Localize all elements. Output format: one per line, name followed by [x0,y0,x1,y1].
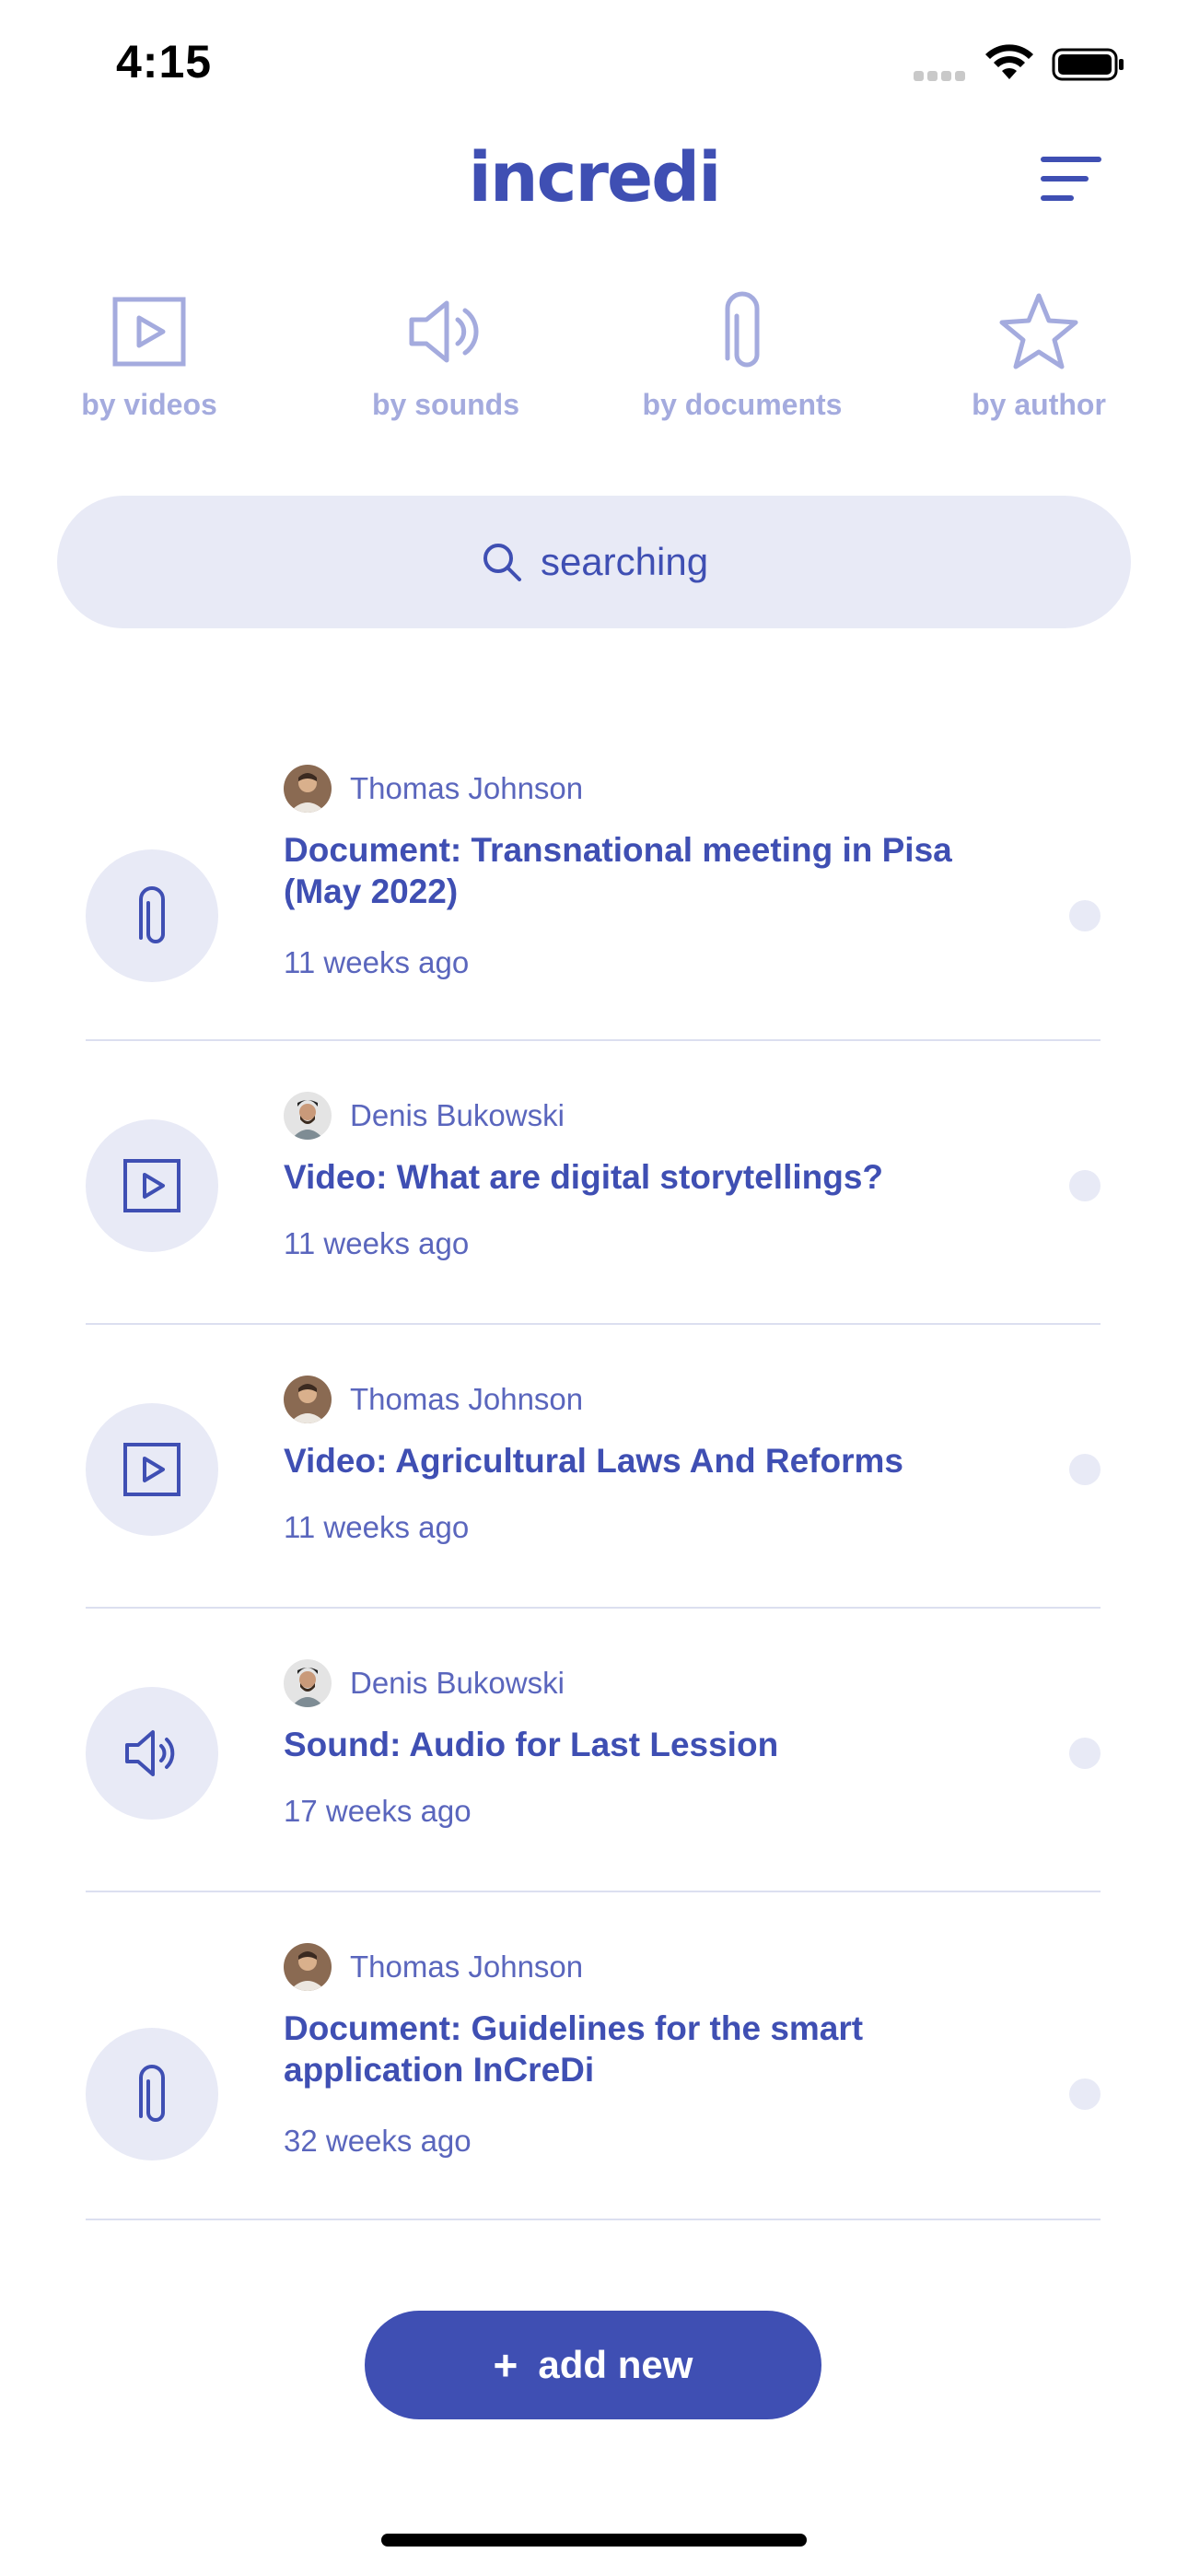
add-new-button[interactable]: + add new [365,2311,821,2419]
status-dot [1069,1738,1101,1769]
item-time: 32 weeks ago [284,2124,472,2158]
cellular-signal-icon [914,69,969,81]
filter-by-documents[interactable]: by documents [632,290,853,422]
divider [86,1323,1101,1325]
item-time: 11 weeks ago [284,1226,470,1260]
item-title[interactable]: Video: What are digital storytellings? [284,1156,984,1198]
plus-icon: + [493,2341,518,2389]
avatar [284,1092,332,1140]
filter-by-videos[interactable]: by videos [39,290,260,422]
divider [86,1891,1101,1892]
avatar [284,1376,332,1423]
type-badge [86,849,218,982]
list-item[interactable]: Thomas Johnson Video: Agricultural Laws … [0,1376,1188,1606]
author-name: Denis Bukowski [350,1098,565,1132]
item-title[interactable]: Document: Transnational meeting in Pisa … [284,829,984,912]
list-item[interactable]: Thomas Johnson Document: Guidelines for … [0,1943,1188,2238]
battery-icon [1052,48,1124,81]
paperclip-icon [725,291,760,368]
type-badge [86,2028,218,2160]
type-badge [86,1687,218,1820]
author-name: Thomas Johnson [350,1950,584,1984]
filter-label: by videos [81,388,217,421]
item-time: 11 weeks ago [284,945,470,979]
divider [86,2219,1101,2220]
author-name: Thomas Johnson [350,771,584,805]
status-time: 4:15 [116,36,213,88]
play-icon [123,1443,181,1496]
home-indicator[interactable] [381,2534,807,2547]
filter-label: by author [972,388,1106,421]
avatar [284,1943,332,1991]
author-name: Thomas Johnson [350,1382,584,1416]
author-name: Denis Bukowski [350,1666,565,1700]
item-time: 17 weeks ago [284,1794,472,1828]
avatar [284,1659,332,1707]
filter-bar: by videos by sounds by documents by auth… [0,290,1188,438]
paperclip-icon [139,886,165,943]
status-bar: 4:15 [0,0,1188,129]
search-icon [483,544,521,581]
list-item[interactable]: Denis Bukowski Video: What are digital s… [0,1092,1188,1322]
item-time: 11 weeks ago [284,1510,470,1544]
search-placeholder: searching [540,540,709,583]
author-row[interactable]: Thomas Johnson [284,1376,583,1423]
app-logo: incredi [468,138,722,217]
author-row[interactable]: Denis Bukowski [284,1092,565,1140]
list-item[interactable]: Thomas Johnson Document: Transnational m… [0,765,1188,1060]
status-dot [1069,1170,1101,1201]
author-row[interactable]: Thomas Johnson [284,1943,583,1991]
author-row[interactable]: Denis Bukowski [284,1659,565,1707]
divider [86,1039,1101,1041]
avatar [284,765,332,813]
menu-button[interactable] [1041,157,1101,214]
add-new-label: add new [538,2343,693,2386]
menu-line-icon [1041,157,1101,162]
filter-label: by documents [642,388,843,421]
speaker-icon [125,1730,175,1776]
filter-by-author[interactable]: by author [928,290,1149,422]
search-bar[interactable]: searching [57,496,1131,628]
filter-label: by sounds [371,388,519,421]
author-row[interactable]: Thomas Johnson [284,765,583,813]
status-dot [1069,2078,1101,2110]
type-badge [86,1119,218,1252]
list-item[interactable]: Denis Bukowski Sound: Audio for Last Les… [0,1659,1188,1890]
item-title[interactable]: Video: Agricultural Laws And Reforms [284,1440,984,1481]
speaker-icon [409,300,479,363]
status-dot [1069,1454,1101,1485]
wifi-icon [985,44,1033,79]
status-dot [1069,900,1101,931]
play-icon [112,297,186,367]
play-icon [123,1159,181,1212]
item-title[interactable]: Document: Guidelines for the smart appli… [284,2008,984,2090]
paperclip-icon [139,2065,165,2122]
divider [86,1607,1101,1609]
type-badge [86,1403,218,1536]
item-title[interactable]: Sound: Audio for Last Lession [284,1724,984,1765]
filter-by-sounds[interactable]: by sounds [335,290,556,422]
star-icon [999,293,1078,369]
